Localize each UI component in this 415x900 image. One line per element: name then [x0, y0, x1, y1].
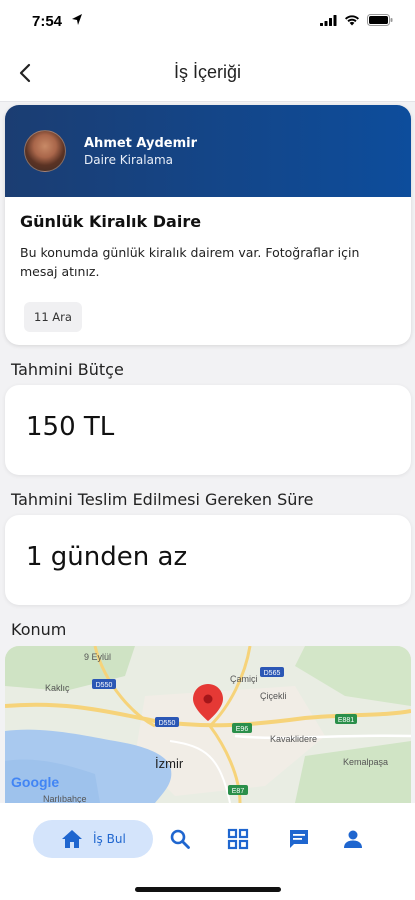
- road-label-e881: E881: [338, 717, 354, 724]
- tab-categories[interactable]: [226, 827, 250, 851]
- tab-profile[interactable]: [341, 827, 365, 851]
- budget-value: 150 TL: [26, 412, 115, 442]
- user-name[interactable]: Ahmet Aydemir: [84, 136, 197, 151]
- user-category: Daire Kiralama: [84, 153, 174, 167]
- avatar[interactable]: [24, 130, 66, 172]
- tab-find-job[interactable]: İş Bul: [33, 820, 153, 858]
- duration-card: 1 günden az: [5, 515, 411, 605]
- home-icon: [62, 830, 82, 848]
- budget-card: 150 TL: [5, 385, 411, 475]
- tab-search[interactable]: [168, 827, 192, 851]
- duration-label: Tahmini Teslim Edilmesi Gereken Süre: [11, 490, 314, 509]
- road-label-d550-mid: D550: [159, 720, 176, 727]
- signal-icon: [320, 14, 337, 26]
- place-label-camici: Çamiçi: [230, 674, 258, 684]
- road-label-d550-top: D550: [96, 682, 113, 689]
- status-time: 7:54: [32, 13, 63, 30]
- job-description: Bu konumda günlük kiralık dairem var. Fo…: [20, 245, 360, 279]
- tab-find-job-label: İş Bul: [93, 832, 126, 846]
- wifi-icon: [345, 15, 359, 26]
- place-label-kaklic: Kaklıç: [45, 683, 70, 693]
- bottom-tab-bar: İş Bul: [0, 803, 415, 900]
- person-icon: [344, 830, 362, 848]
- status-icons: [320, 14, 393, 26]
- road-label-e96: E96: [236, 726, 249, 733]
- road-label-d565: D565: [264, 670, 281, 677]
- grid-icon: [227, 828, 249, 850]
- place-label-narlibahce: Narlıbahçe: [43, 794, 87, 803]
- place-label-izmir: İzmir: [155, 756, 184, 771]
- location-arrow-icon: [72, 14, 82, 25]
- budget-label: Tahmini Bütçe: [11, 360, 124, 379]
- map-canvas[interactable]: D550 D550 D565 E881 E96 E87 9 Eylül Çami…: [5, 646, 411, 803]
- date-chip: 11 Ara: [24, 302, 82, 332]
- search-icon: [170, 829, 190, 849]
- location-label: Konum: [11, 620, 67, 639]
- place-label-kemalpasa: Kemalpaşa: [343, 757, 388, 767]
- battery-icon: [367, 14, 393, 26]
- place-label-eylul: 9 Eylül: [84, 652, 111, 662]
- tab-messages[interactable]: [287, 827, 311, 851]
- nav-bar: İş İçeriği: [0, 44, 415, 102]
- status-bar: 7:54: [0, 0, 415, 44]
- job-header: Ahmet Aydemir Daire Kiralama: [5, 105, 411, 197]
- chat-icon: [290, 830, 308, 848]
- job-card: Ahmet Aydemir Daire Kiralama Günlük Kira…: [5, 105, 411, 345]
- road-label-e87: E87: [232, 788, 245, 795]
- job-title: Günlük Kiralık Daire: [20, 212, 202, 231]
- home-indicator: [135, 887, 281, 892]
- content: Ahmet Aydemir Daire Kiralama Günlük Kira…: [0, 103, 415, 803]
- page-title: İş İçeriği: [173, 62, 242, 82]
- place-label-cicekli: Çiçekli: [260, 691, 287, 701]
- duration-value: 1 günden az: [26, 542, 188, 572]
- map[interactable]: D550 D550 D565 E881 E96 E87 9 Eylül Çami…: [5, 646, 411, 803]
- place-label-kavaklidere: Kavaklidere: [270, 734, 317, 744]
- google-logo: Google: [11, 774, 59, 790]
